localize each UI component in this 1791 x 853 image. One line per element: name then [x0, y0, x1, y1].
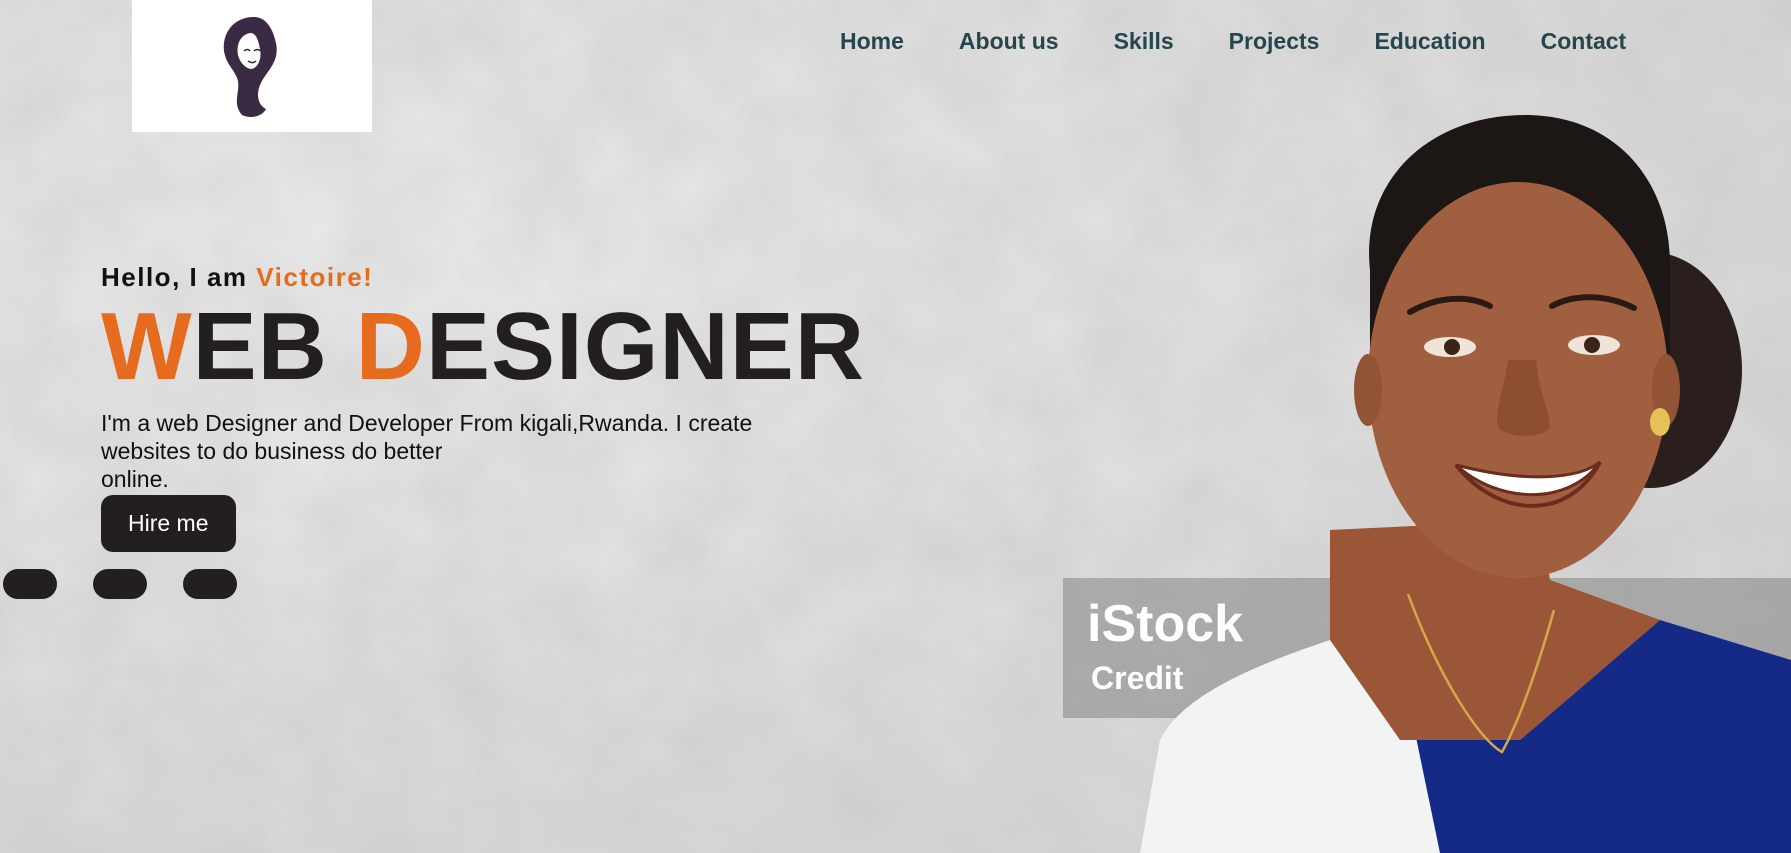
greeting-prefix: Hello, I am — [101, 262, 257, 292]
logo[interactable] — [132, 0, 372, 132]
description-line-1: I'm a web Designer and Developer From ki… — [101, 410, 753, 436]
earring — [1650, 408, 1670, 436]
main-nav: Home About us Skills Projects Education … — [840, 28, 1681, 55]
nav-education[interactable]: Education — [1374, 28, 1485, 55]
hero-greeting: Hello, I am Victoire! — [101, 262, 865, 293]
nav-about-us[interactable]: About us — [959, 28, 1059, 55]
social-links — [3, 569, 237, 599]
woman-silhouette-logo-icon — [223, 17, 277, 117]
hero-title: WEB DESIGNER — [101, 299, 865, 395]
pupil-right — [1584, 337, 1600, 353]
nav-home[interactable]: Home — [840, 28, 904, 55]
nav-contact[interactable]: Contact — [1541, 28, 1627, 55]
hero-section: Hello, I am Victoire! WEB DESIGNER I'm a… — [101, 262, 865, 552]
nav-skills[interactable]: Skills — [1114, 28, 1174, 55]
description-line-2: websites to do business do better — [101, 438, 443, 464]
title-rest-2: ESIGNER — [425, 293, 866, 400]
greeting-name: Victoire! — [256, 262, 374, 292]
title-rest-1: EB — [192, 293, 356, 400]
profile-photo — [1140, 115, 1791, 853]
social-icon-1[interactable] — [3, 569, 57, 599]
description-line-3: online. — [101, 466, 169, 492]
social-icon-2[interactable] — [93, 569, 147, 599]
title-accent-w: W — [101, 293, 193, 400]
title-accent-d: D — [355, 293, 426, 400]
pupil-left — [1444, 339, 1460, 355]
nav-projects[interactable]: Projects — [1229, 28, 1320, 55]
hero-description: I'm a web Designer and Developer From ki… — [101, 409, 801, 493]
hire-me-button[interactable]: Hire me — [101, 495, 236, 552]
ear-left — [1354, 354, 1382, 426]
social-icon-3[interactable] — [183, 569, 237, 599]
